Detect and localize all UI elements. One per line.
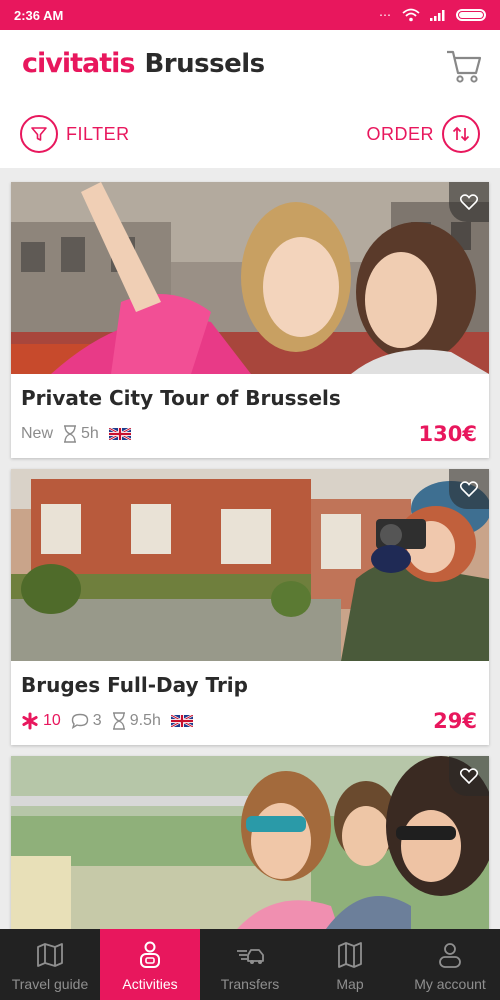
order-button[interactable]: ORDER <box>366 115 480 153</box>
filter-circle <box>20 115 58 153</box>
nav-activities[interactable]: Activities <box>100 929 200 1000</box>
comment-icon <box>71 713 88 729</box>
favorite-button[interactable] <box>449 182 489 222</box>
duration-value: 9.5h <box>129 712 161 729</box>
activity-price: 29€ <box>433 709 477 733</box>
favorite-button[interactable] <box>449 756 489 796</box>
new-badge: New <box>21 425 54 442</box>
status-bar: 2:36 AM ⋯ <box>0 0 500 30</box>
heart-icon <box>460 768 478 784</box>
activity-title[interactable]: Bruges Full-Day Trip <box>21 673 248 697</box>
comments-value: 3 <box>92 712 102 729</box>
nav-label: Travel guide <box>11 976 89 992</box>
nav-transfers[interactable]: Transfers <box>200 929 300 1000</box>
activity-price: 130€ <box>418 422 477 446</box>
filter-button[interactable]: FILTER <box>20 115 130 153</box>
heart-icon <box>460 194 478 210</box>
signal-icon <box>430 10 445 21</box>
map-book-icon <box>37 943 63 967</box>
activity-meta: 10 3 9.5h <box>21 712 193 730</box>
account-icon <box>439 943 461 968</box>
page-title: Brussels <box>144 49 265 79</box>
activity-card[interactable] <box>11 756 489 936</box>
nav-travel-guide[interactable]: Travel guide <box>0 929 100 1000</box>
rating-star-icon <box>22 712 38 730</box>
order-circle <box>442 115 480 153</box>
bruges-photo <box>11 469 489 661</box>
status-time: 2:36 AM <box>14 7 64 23</box>
favorite-button[interactable] <box>449 469 489 509</box>
selfie-photo <box>11 182 489 374</box>
transfer-car-icon <box>237 949 264 964</box>
activity-photo <box>11 182 489 374</box>
more-dots-icon: ⋯ <box>379 8 392 22</box>
nav-label: My account <box>414 976 486 992</box>
activity-card[interactable]: Private City Tour of Brussels New 5h 130… <box>11 182 489 458</box>
map-icon <box>338 942 362 968</box>
nav-label: Activities <box>122 976 178 992</box>
uk-flag-icon <box>170 715 193 727</box>
hourglass-icon <box>64 425 77 443</box>
hourglass-icon <box>112 712 125 730</box>
activity-photo <box>11 756 489 936</box>
nav-map[interactable]: Map <box>300 929 400 1000</box>
status-icons: ⋯ <box>379 8 486 22</box>
sort-arrows-icon <box>452 126 470 142</box>
comments: 3 <box>71 712 102 730</box>
duration: 5h <box>63 425 99 443</box>
activity-card[interactable]: Bruges Full-Day Trip 10 3 9.5h 29€ <box>11 469 489 745</box>
group-photo <box>11 756 489 936</box>
wifi-icon <box>402 8 420 22</box>
filter-label: FILTER <box>66 123 130 144</box>
order-label: ORDER <box>366 123 434 144</box>
battery-icon <box>456 9 486 21</box>
cart-icon[interactable] <box>444 46 484 86</box>
bottom-nav: Travel guide Activities Transfers Map My… <box>0 929 500 1000</box>
funnel-icon <box>31 127 47 141</box>
header: civitatis Brussels FILTER ORDER <box>0 30 500 168</box>
activity-meta: New 5h <box>21 425 131 443</box>
nav-my-account[interactable]: My account <box>400 929 500 1000</box>
activities-icon <box>140 941 160 968</box>
duration: 9.5h <box>112 712 161 730</box>
heart-icon <box>460 481 478 497</box>
nav-label: Transfers <box>220 976 280 992</box>
activity-photo <box>11 469 489 661</box>
rating-value: 10 <box>43 712 61 729</box>
nav-label: Map <box>336 976 364 992</box>
duration-value: 5h <box>81 425 99 442</box>
uk-flag-icon <box>108 428 131 440</box>
civitatis-logo[interactable]: civitatis <box>22 48 135 79</box>
activity-title[interactable]: Private City Tour of Brussels <box>21 386 341 410</box>
rating: 10 <box>21 712 61 730</box>
title-row: civitatis Brussels <box>22 48 265 79</box>
